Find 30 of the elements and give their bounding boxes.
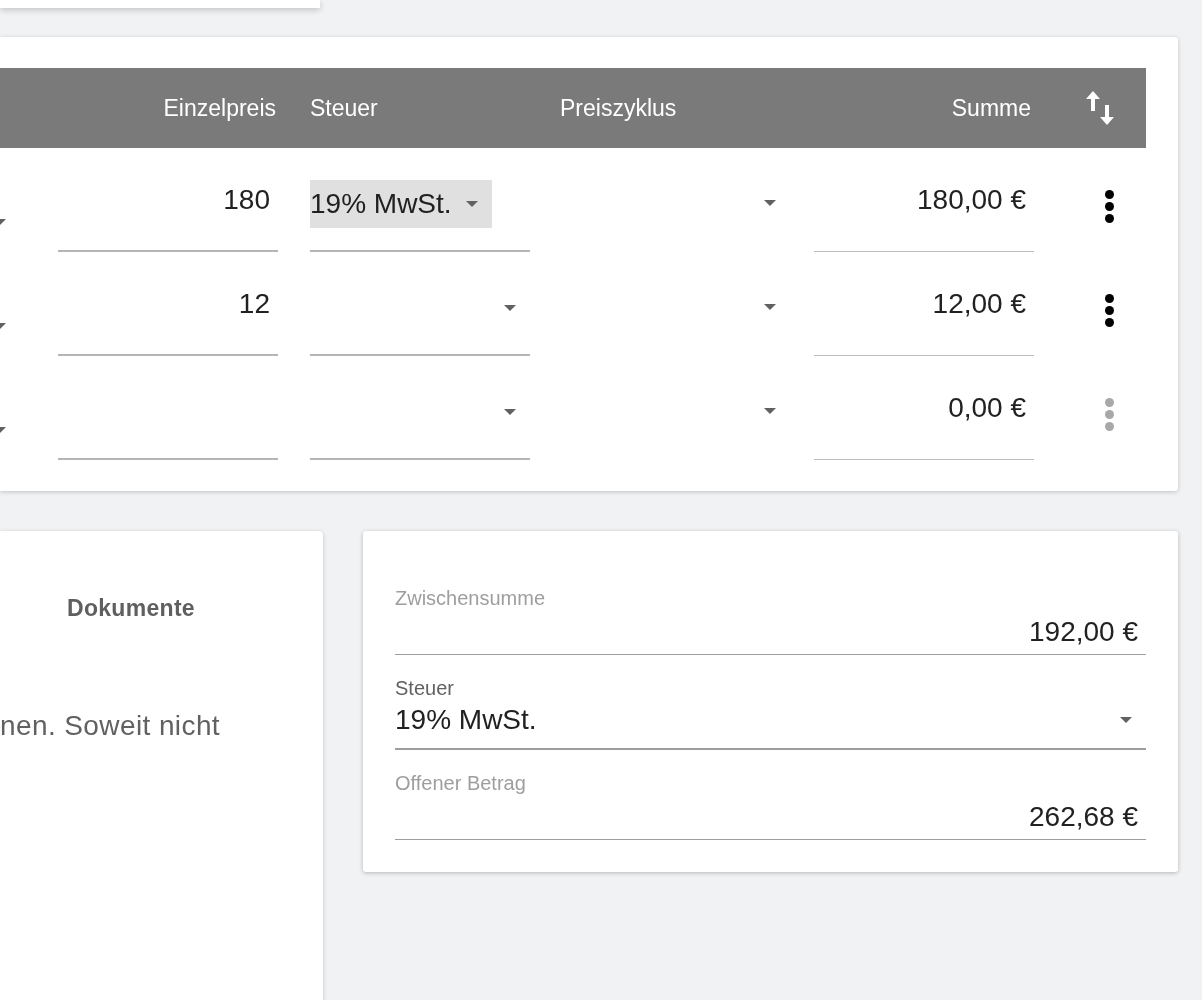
more-menu-icon[interactable]	[1105, 293, 1114, 327]
caret-icon[interactable]	[1120, 717, 1132, 723]
select-value[interactable]: 19% MwSt.	[310, 180, 492, 228]
more-menu-icon[interactable]	[1105, 189, 1114, 223]
field-value: 262,68 €	[1029, 801, 1138, 833]
caret-icon[interactable]	[504, 305, 516, 311]
column-header[interactable]: Preiszyklus	[560, 94, 677, 121]
total-field: 180,00 €	[814, 180, 1034, 252]
field-label: Offener Betrag	[395, 772, 527, 795]
total-field: 12,00 €	[814, 284, 1034, 356]
select-field[interactable]: 19% MwSt.	[310, 180, 530, 252]
input-field[interactable]: 12	[58, 284, 278, 356]
notes-text: nen. Soweit nicht	[0, 710, 222, 742]
field-label: Zwischensumme	[395, 587, 547, 610]
caret-icon[interactable]	[465, 201, 478, 207]
column-header[interactable]: Summe	[951, 94, 1031, 121]
select-value: 19% MwSt.	[395, 704, 537, 736]
field-value: 192,00 €	[1029, 616, 1138, 648]
total-field: 0,00 €	[814, 388, 1034, 460]
column-header[interactable]: Steuer	[310, 94, 378, 121]
caret-icon[interactable]	[764, 200, 776, 206]
caret-icon[interactable]	[504, 409, 516, 415]
tax-select[interactable]: Steuer 19% MwSt.	[395, 677, 1146, 750]
input-field[interactable]: 180	[58, 180, 278, 252]
caret-icon[interactable]	[764, 304, 776, 310]
column-header[interactable]: Einzelpreis	[163, 94, 276, 121]
caret-icon[interactable]	[764, 408, 776, 414]
sort-icon[interactable]	[1086, 89, 1114, 127]
tab[interactable]: Dokumente	[67, 595, 195, 622]
field-label: Steuer	[395, 677, 455, 700]
